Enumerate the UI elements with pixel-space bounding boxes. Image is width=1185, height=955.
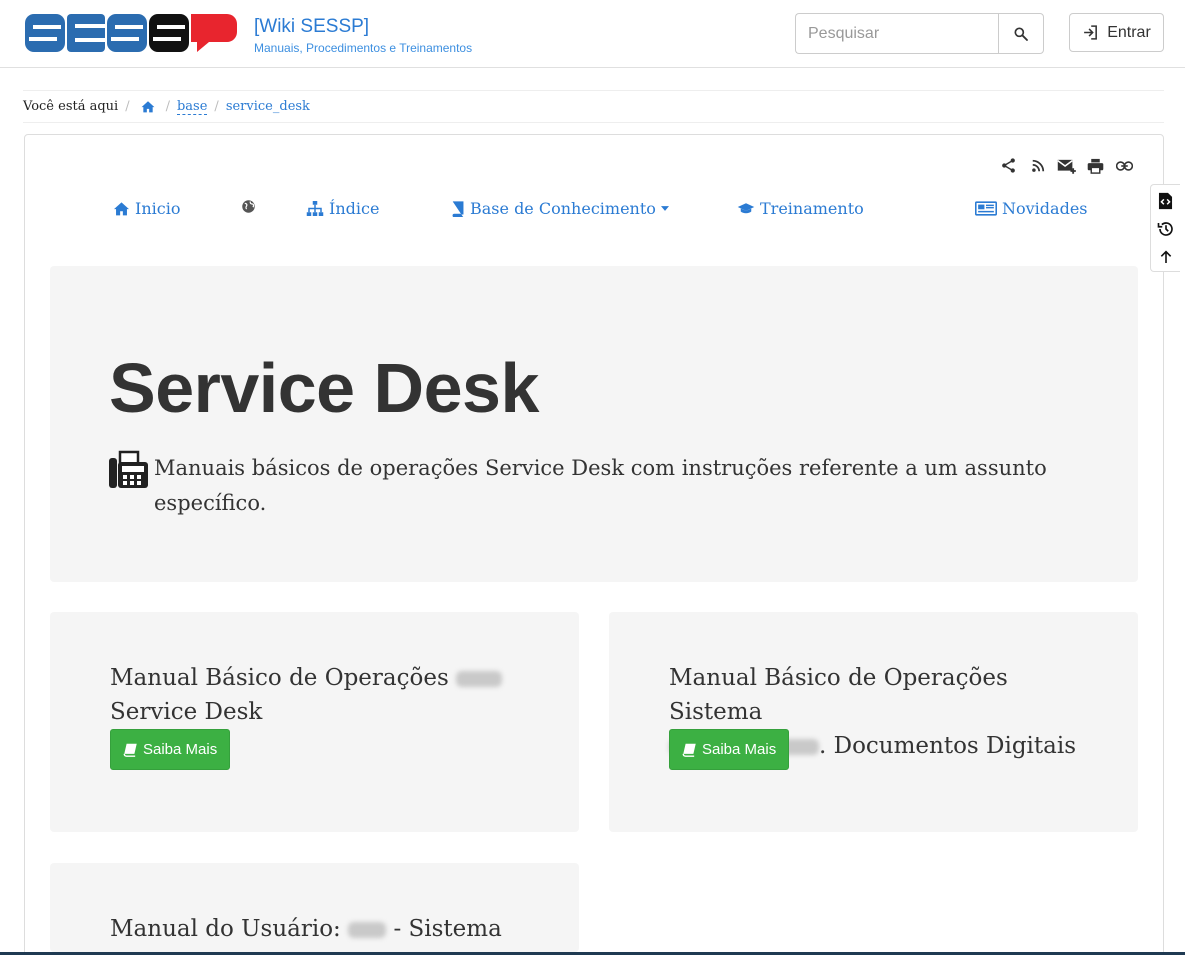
search-icon (1014, 27, 1028, 41)
breadcrumb: Você está aqui / / base / service_desk (23, 90, 1164, 123)
nav-item-inicio[interactable]: Inicio (113, 199, 180, 218)
brand[interactable]: [Wiki SESSP] Manuais, Procedimentos e Tr… (254, 16, 472, 55)
nav-label: Base de Conhecimento (470, 199, 656, 218)
nav-label: Inicio (135, 199, 181, 218)
nav-item-globe[interactable] (241, 199, 261, 214)
back-to-top-icon[interactable] (1155, 243, 1177, 271)
search-form (795, 13, 1044, 54)
search-input[interactable] (795, 13, 999, 54)
link-icon[interactable] (1114, 155, 1135, 176)
nav-label: Treinamento (760, 199, 864, 218)
card-title-text: - Sistema (393, 916, 502, 942)
nav-item-base-conhecimento[interactable]: Base de Conhecimento (451, 199, 669, 218)
breadcrumb-label: Você está aqui (23, 99, 119, 114)
caret-down-icon (660, 206, 669, 211)
hero-jumbotron: Service Desk Manuais básicos de operaçõe… (50, 266, 1138, 582)
login-icon (1084, 25, 1098, 40)
fax-icon (109, 450, 148, 488)
card-manual-service-desk: Manual Básico de Operações Service Desk … (50, 612, 579, 832)
rss-icon[interactable] (1027, 155, 1048, 176)
graduation-cap-icon (737, 203, 755, 214)
button-label: Saiba Mais (702, 741, 777, 758)
card-manual-documentos-digitais: Manual Básico de Operações Sistema . Doc… (609, 612, 1138, 832)
breadcrumb-separator: / (214, 99, 219, 114)
breadcrumb-item-service-desk[interactable]: service_desk (226, 99, 310, 114)
card-title-text: Service Desk (110, 699, 263, 725)
book-icon (682, 743, 696, 757)
card-title-text: Manual Básico de Operações Sistema (669, 665, 1008, 725)
saiba-mais-button[interactable]: Saiba Mais (669, 729, 790, 770)
print-icon[interactable] (1085, 155, 1106, 176)
button-label: Saiba Mais (143, 741, 218, 758)
card-title: Manual Básico de Operações Service Desk (110, 661, 530, 729)
search-button[interactable] (998, 13, 1044, 54)
book-icon (452, 200, 464, 217)
card-title-text: Manual Básico de Operações (110, 665, 449, 691)
page-title: Service Desk (109, 349, 539, 427)
nav-item-indice[interactable]: Índice (306, 199, 379, 218)
nav-item-treinamento[interactable]: Treinamento (737, 199, 864, 218)
brand-title[interactable]: [Wiki SESSP] (254, 16, 472, 38)
brand-subtitle: Manuais, Procedimentos e Treinamentos (254, 41, 473, 55)
page-description: Manuais básicos de operações Service Des… (154, 456, 1047, 515)
home-icon[interactable] (141, 100, 155, 113)
breadcrumb-item-base[interactable]: base (176, 99, 208, 115)
main-nav: Inicio Índice Base de Conhecimento Trein… (0, 199, 1185, 223)
nav-label: Índice (329, 199, 380, 218)
sitemap-icon (306, 201, 324, 216)
email-subscribe-icon[interactable] (1056, 155, 1077, 176)
side-toolbar (1150, 184, 1180, 272)
share-icon[interactable] (998, 155, 1019, 176)
login-button[interactable]: Entrar (1069, 13, 1164, 52)
page-tools (998, 155, 1135, 176)
book-icon (123, 743, 137, 757)
redacted-text (456, 671, 503, 687)
newspaper-icon (975, 201, 997, 216)
nav-item-novidades[interactable]: Novidades (975, 199, 1088, 218)
nav-label: Novidades (1002, 199, 1088, 218)
saiba-mais-button[interactable]: Saiba Mais (110, 729, 231, 770)
sessp-logo[interactable] (25, 11, 238, 55)
card-title: Manual do Usuário: - Sistema (110, 912, 530, 946)
breadcrumb-separator: / (125, 99, 130, 114)
home-icon (114, 202, 129, 216)
login-label: Entrar (1107, 23, 1151, 41)
card-manual-usuario: Manual do Usuário: - Sistema (50, 863, 579, 952)
card-title-text: . Documentos Digitais (819, 733, 1077, 759)
card-title-text: Manual do Usuário: (110, 916, 341, 942)
redacted-text (348, 922, 387, 938)
site-header: [Wiki SESSP] Manuais, Procedimentos e Tr… (0, 0, 1185, 68)
breadcrumb-separator: / (165, 99, 170, 114)
globe-icon (242, 200, 255, 213)
